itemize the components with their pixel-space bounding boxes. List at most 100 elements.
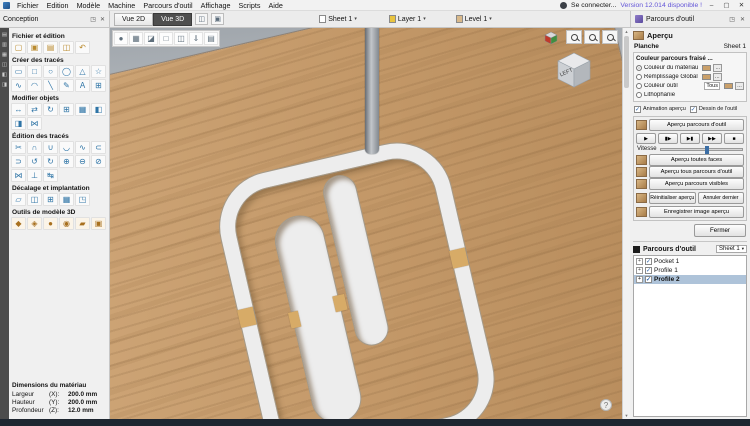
tool-icon[interactable]: ▦	[75, 103, 90, 116]
dock-tab-icon[interactable]: ▥	[2, 42, 7, 48]
tool-icon[interactable]: A	[75, 79, 90, 92]
expand-icon[interactable]	[636, 267, 643, 274]
tool-icon[interactable]: ◫	[27, 193, 42, 206]
preview-action-button[interactable]: Aperçu parcours visibles	[649, 178, 744, 190]
menu-item[interactable]: Edition	[43, 1, 73, 10]
tab-view-2d[interactable]: Vue 2D	[114, 13, 153, 26]
maximize-button[interactable]: ▢	[721, 1, 732, 9]
tool-icon[interactable]: ◡	[59, 141, 74, 154]
version-update-link[interactable]: Version 12.014 disponible !	[620, 2, 702, 9]
checkbox-icon[interactable]	[645, 276, 652, 283]
slider-handle[interactable]	[705, 146, 709, 154]
tool-icon[interactable]: ↔	[11, 103, 26, 116]
color-picker-button[interactable]: …	[735, 82, 744, 90]
canvas-tool-icon[interactable]: ◪	[144, 32, 158, 45]
canvas-tool-icon[interactable]: ◫	[174, 32, 188, 45]
canvas-tool-icon[interactable]: ⇓	[189, 32, 203, 45]
scrollbar-thumb[interactable]	[624, 36, 629, 88]
menu-item[interactable]: Parcours d'outil	[139, 1, 196, 10]
viewport-3d[interactable]: ●▦◪□◫⇓▤ LEFT ?	[110, 28, 622, 419]
tool-icon[interactable]: ⊞	[59, 103, 74, 116]
tool-icon[interactable]: ▭	[11, 65, 26, 78]
tool-icon[interactable]: ⊃	[11, 155, 26, 168]
expand-icon[interactable]	[636, 276, 643, 283]
preview-option-checkbox[interactable]: Dessin de l'outil	[690, 106, 737, 113]
sign-in-link[interactable]: Se connecter...	[571, 2, 616, 9]
color-swatch[interactable]	[702, 65, 711, 71]
fill-color-option[interactable]: Remplissage Global …	[636, 72, 744, 81]
tool-icon[interactable]: ▢	[11, 41, 26, 54]
level-dropdown[interactable]: Level 1 ▾	[453, 14, 495, 24]
panel-close-icon[interactable]: ✕	[99, 16, 106, 23]
transport-button[interactable]: ▶▮	[680, 133, 700, 144]
canvas-tool-icon[interactable]: □	[159, 32, 173, 45]
tool-icon[interactable]: ⊘	[91, 155, 106, 168]
tool-icon[interactable]: ✂	[11, 141, 26, 154]
tool-icon[interactable]: ↹	[43, 169, 58, 182]
sheet-dropdown[interactable]: Sheet 1 ▾	[316, 14, 360, 24]
color-swatch[interactable]	[702, 74, 711, 80]
tool-icon[interactable]: □	[27, 65, 42, 78]
tool-icon[interactable]: ⇄	[27, 103, 42, 116]
speed-slider[interactable]	[660, 148, 743, 151]
checkbox-icon[interactable]	[690, 106, 697, 113]
menu-item[interactable]: Affichage	[197, 1, 235, 10]
menu-item[interactable]: Modèle	[73, 1, 105, 10]
color-swatch[interactable]	[724, 83, 733, 89]
tool-icon[interactable]: ⊞	[43, 193, 58, 206]
preview-option-checkbox[interactable]: Animation aperçu	[634, 106, 686, 113]
tool-icon[interactable]: ∿	[11, 79, 26, 92]
single-window-icon[interactable]: ▣	[211, 13, 224, 25]
preview-toolpath-button[interactable]: Aperçu parcours d'outil	[649, 119, 744, 131]
preview-action-button[interactable]: Aperçu toutes faces	[649, 154, 744, 166]
iso-view-cube-icon[interactable]	[544, 31, 558, 47]
dock-tab-icon[interactable]: ▦	[2, 52, 7, 58]
toolpath-item[interactable]: Pocket 1	[634, 257, 746, 266]
checkbox-icon[interactable]	[645, 258, 652, 265]
tool-icon[interactable]: ∪	[43, 141, 58, 154]
split-window-icon[interactable]: ◫	[195, 13, 208, 25]
tool-icon[interactable]: ◨	[11, 117, 26, 130]
tool-icon[interactable]: ↻	[43, 103, 58, 116]
checkbox-icon[interactable]	[645, 267, 652, 274]
tool-filter-dropdown[interactable]: Tous	[704, 82, 720, 90]
menu-item[interactable]: Aide	[264, 1, 286, 10]
tool-icon[interactable]: ⊥	[27, 169, 42, 182]
tool-icon[interactable]: △	[75, 65, 90, 78]
tool-icon[interactable]: ⋈	[27, 117, 42, 130]
tool-icon[interactable]: ◧	[91, 103, 106, 116]
tool-icon[interactable]: ✎	[59, 79, 74, 92]
tool-icon[interactable]: ∿	[75, 141, 90, 154]
close-preview-button[interactable]: Fermer	[694, 224, 746, 237]
tool-icon[interactable]: ☆	[91, 65, 106, 78]
menu-item[interactable]: Fichier	[13, 1, 43, 10]
close-button[interactable]: ✕	[736, 1, 747, 9]
tool-icon[interactable]: ▤	[43, 41, 58, 54]
zoom-in-icon[interactable]	[584, 30, 600, 44]
radio-icon[interactable]	[636, 83, 642, 89]
tool-icon[interactable]: ○	[43, 65, 58, 78]
canvas-tool-icon[interactable]: ●	[114, 32, 128, 45]
tool-icon[interactable]: ◳	[75, 193, 90, 206]
undo-last-button[interactable]: Annuler dernier	[698, 192, 745, 204]
fill-color-option[interactable]: Couleur du matériau …	[636, 63, 744, 72]
tool-icon[interactable]: ▣	[91, 217, 106, 230]
tool-icon[interactable]: ▦	[59, 193, 74, 206]
toolpath-sheet-dropdown[interactable]: Sheet 1 ▾	[716, 245, 747, 253]
expand-icon[interactable]	[636, 258, 643, 265]
color-picker-button[interactable]: …	[713, 64, 722, 72]
help-button[interactable]: ?	[600, 399, 612, 411]
tool-icon[interactable]: ⊖	[75, 155, 90, 168]
view-orientation-cube[interactable]: LEFT	[554, 50, 594, 90]
panel-close-icon[interactable]: ✕	[739, 16, 746, 23]
zoom-window-icon[interactable]	[566, 30, 582, 44]
toolpath-item[interactable]: Profile 1	[634, 266, 746, 275]
tool-icon[interactable]: ⊂	[91, 141, 106, 154]
tool-icon[interactable]: ⊕	[59, 155, 74, 168]
transport-button[interactable]: ▶	[636, 133, 656, 144]
tool-icon[interactable]: ↺	[27, 155, 42, 168]
transport-button[interactable]: ■	[724, 133, 744, 144]
dock-tab-icon[interactable]: ▤	[2, 32, 7, 38]
tool-icon[interactable]: ▣	[27, 41, 42, 54]
scroll-down-arrow[interactable]: ▼	[623, 413, 630, 418]
